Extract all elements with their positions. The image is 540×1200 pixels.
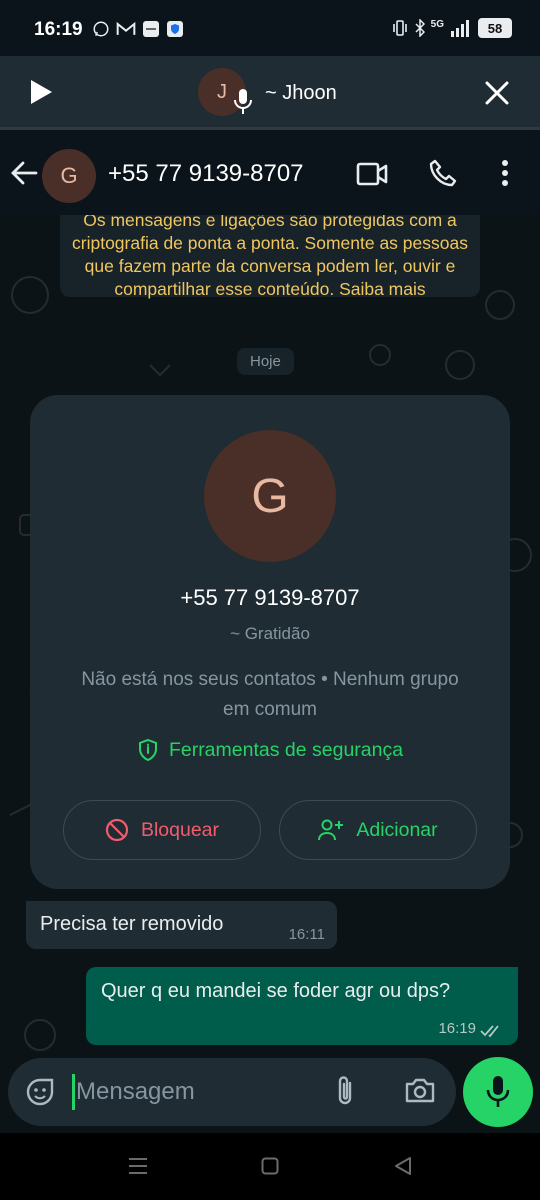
contact-card-alias: ~ Gratidão — [230, 624, 310, 643]
signal-icon — [451, 20, 469, 37]
sticker-icon[interactable] — [24, 1076, 56, 1108]
notification-icons — [92, 20, 184, 38]
text-cursor — [72, 1074, 75, 1110]
contact-card-avatar[interactable]: G — [204, 430, 336, 562]
shield-icon — [138, 738, 157, 762]
block-label: Bloquear — [140, 818, 220, 841]
vibrate-icon — [392, 20, 407, 36]
message-text: Precisa ter removido — [40, 913, 224, 935]
message-text: Quer q eu mandei se foder agr ou dps? — [101, 980, 451, 1002]
status-time: 16:19 — [34, 19, 83, 40]
attach-icon[interactable] — [334, 1074, 356, 1108]
outgoing-message[interactable]: Quer q eu mandei se foder agr ou dps? 16… — [86, 967, 518, 1045]
play-icon[interactable] — [28, 78, 54, 106]
bluetooth-icon — [415, 19, 425, 37]
unknown-contact-card: G +55 77 9139-8707 ~ Gratidão Não está n… — [30, 395, 510, 889]
block-icon — [105, 818, 129, 842]
whatsapp-icon — [93, 21, 109, 37]
gmail-icon — [116, 21, 136, 35]
read-receipt-icon — [480, 1025, 499, 1038]
battery-indicator: 58 — [478, 18, 512, 38]
message-time: 16:19 — [438, 1020, 476, 1037]
message-composer — [8, 1058, 456, 1126]
video-call-icon[interactable] — [356, 161, 388, 187]
encryption-notice[interactable]: Os mensagens e ligações são protegidas c… — [60, 215, 480, 299]
add-contact-button[interactable]: Adicionar — [279, 800, 477, 860]
phone-call-icon[interactable] — [428, 158, 458, 188]
voice-message-button[interactable] — [463, 1057, 533, 1127]
incoming-message[interactable]: Precisa ter removido 16:11 — [26, 901, 337, 949]
safety-tools-link[interactable]: Ferramentas de segurança — [30, 738, 510, 762]
contact-phone-title[interactable]: +55 77 9139-8707 — [108, 160, 304, 188]
block-button[interactable]: Bloquear — [63, 800, 261, 860]
message-time: 16:11 — [288, 926, 325, 943]
more-options-icon[interactable] — [500, 159, 510, 187]
message-input[interactable] — [76, 1074, 316, 1110]
shield-app-icon — [167, 21, 183, 37]
camera-icon[interactable] — [404, 1076, 436, 1104]
microphone-icon — [486, 1076, 510, 1107]
back-nav-icon[interactable] — [394, 1157, 412, 1175]
system-icons: 5G 58 — [391, 18, 512, 38]
system-navigation-bar — [0, 1133, 540, 1200]
status-bar: 16:19 5G 58 — [0, 0, 540, 56]
add-label: Adicionar — [356, 818, 438, 841]
close-icon[interactable] — [484, 80, 510, 106]
date-divider: Hoje — [237, 348, 294, 375]
recent-apps-icon[interactable] — [128, 1157, 148, 1175]
microphone-icon — [234, 89, 252, 114]
home-icon[interactable] — [261, 1157, 279, 1175]
safety-tools-label: Ferramentas de segurança — [168, 738, 404, 761]
back-arrow-icon[interactable] — [10, 159, 38, 187]
contact-card-phone: +55 77 9139-8707 — [180, 585, 360, 610]
chat-header: G +55 77 9139-8707 — [0, 133, 540, 215]
chat-area[interactable]: Os mensagens e ligações são protegidas c… — [0, 215, 540, 1133]
add-person-icon — [318, 819, 344, 841]
app-notification-icon — [143, 21, 159, 37]
contact-card-info: Não está nos seus contatos • Nenhum grup… — [81, 669, 459, 720]
call-participant-name: ~ Jhoon — [265, 82, 337, 104]
ongoing-call-bar[interactable]: J ~ Jhoon — [0, 56, 540, 130]
network-type: 5G — [430, 18, 444, 30]
contact-avatar[interactable]: G — [42, 149, 96, 203]
